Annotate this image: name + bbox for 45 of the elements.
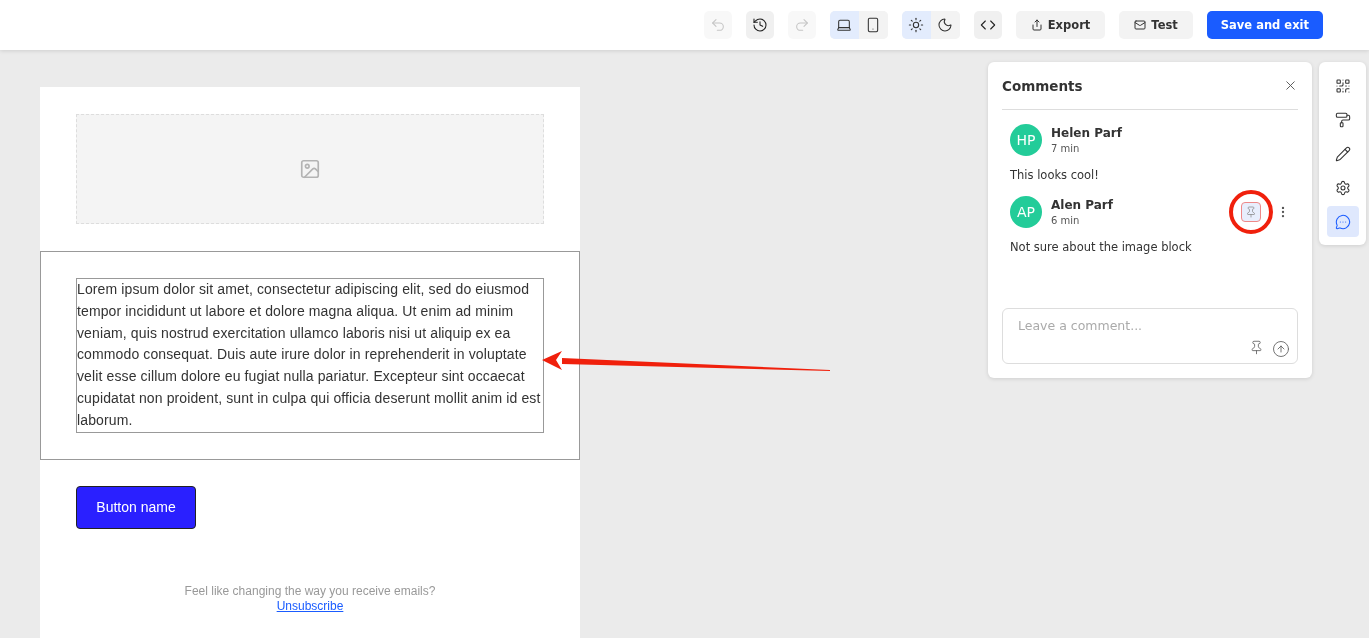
- text-block[interactable]: [40, 251, 580, 460]
- code-icon: [979, 17, 996, 33]
- laptop-icon: [836, 17, 853, 33]
- avatar: HP: [1010, 124, 1042, 156]
- highlight-circle: [1229, 190, 1273, 234]
- mail-icon: [1134, 19, 1147, 31]
- body-text: Lorem ipsum dolor sit amet, consectetur adipiscing elit, sed do eiusmod tempor incididunt ut labore et dolore magna aliqua. Ut enim ad minim veniam, quis nostrud exercitation ullamco laboris nisi ut aliquip ex ea commodo consequat. Duis aute irure dolor in reprehenderit in voluptate velit esse cillum dolore eu fugiat nulla pariatur. Excepteur sint occaecat cupidatat non proident, sunt in culpa qui officia deserunt mollit anim id est laborum.: [76, 278, 544, 433]
- comment-text: This looks cool!: [1010, 168, 1100, 182]
- export-button[interactable]: Export: [1015, 11, 1106, 39]
- qr-code-icon: [1334, 77, 1351, 94]
- save-button[interactable]: Save and exit: [1206, 11, 1323, 39]
- undo-icon: [709, 17, 726, 33]
- chat-bubble-icon: [1334, 213, 1351, 230]
- settings-icon: [1334, 179, 1351, 196]
- comment-time: 7 min: [1051, 143, 1081, 154]
- share-icon: [1030, 19, 1043, 31]
- pin-icon: [1245, 206, 1257, 218]
- close-icon: [1283, 78, 1298, 93]
- desktop-view-button[interactable]: [829, 11, 859, 39]
- footer-text: Feel like changing the way you receive emails?: [184, 583, 436, 599]
- moon-icon: [937, 17, 954, 33]
- image-icon: [299, 158, 321, 180]
- send-icon: [1272, 340, 1290, 358]
- history-icon: [751, 17, 768, 33]
- comment-time: 6 min: [1051, 215, 1081, 226]
- comment-text: Not sure about the image block: [1010, 240, 1193, 254]
- comment-input[interactable]: Leave a comment...: [1002, 308, 1298, 364]
- paint-roller-icon: [1334, 111, 1351, 128]
- pin-icon: [1249, 340, 1264, 355]
- panel-title: Comments: [1002, 77, 1083, 94]
- email-button[interactable]: Button name: [76, 485, 196, 529]
- code-button[interactable]: [973, 11, 1002, 39]
- light-mode-button[interactable]: [901, 11, 931, 39]
- unsubscribe-link[interactable]: Unsubscribe: [276, 598, 344, 614]
- sun-icon: [908, 17, 925, 33]
- comments-tool-button[interactable]: [1326, 206, 1359, 237]
- test-button[interactable]: Test: [1119, 11, 1193, 39]
- send-button[interactable]: [1272, 340, 1290, 358]
- comment-author: Alen Parf: [1051, 198, 1114, 212]
- comment-author: Helen Parf: [1051, 126, 1123, 140]
- redo-icon: [793, 17, 810, 33]
- pencil-icon: [1334, 145, 1351, 162]
- close-button[interactable]: [1283, 78, 1298, 93]
- history-button[interactable]: [745, 11, 774, 39]
- avatar: AP: [1010, 196, 1042, 228]
